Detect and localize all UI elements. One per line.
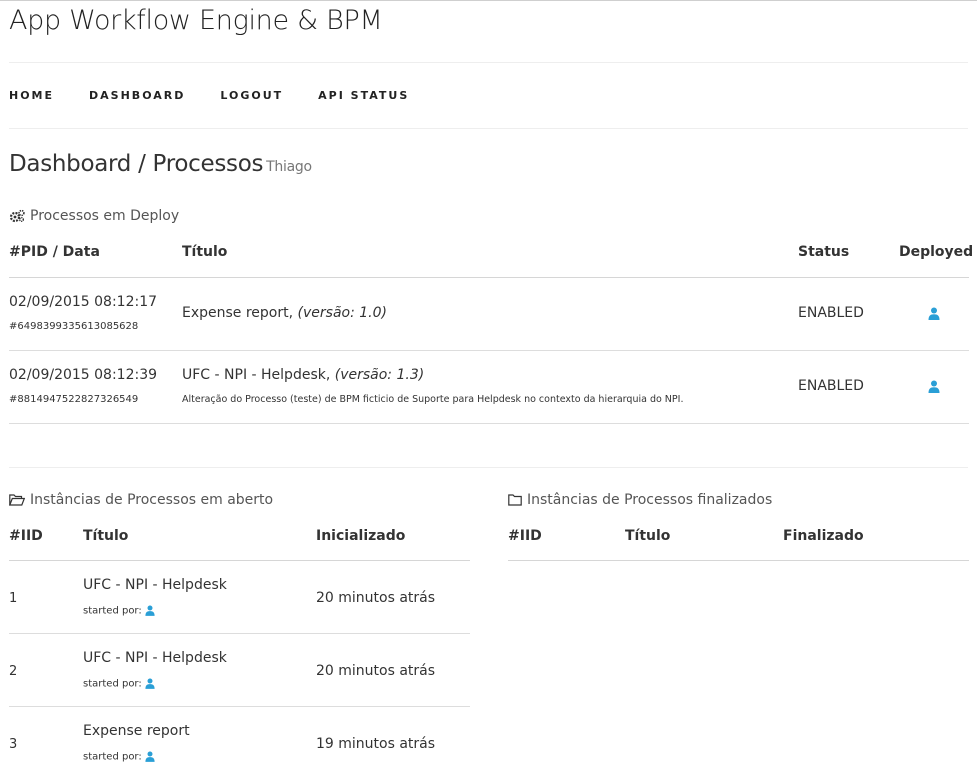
open-row-started: 20 minutos atrás xyxy=(316,590,436,606)
deploy-row-status: ENABLED xyxy=(798,305,864,321)
deploy-header-deployed: Deployed xyxy=(899,244,974,260)
finished-instances-title: Instâncias de Processos finalizados xyxy=(508,492,772,508)
folder-icon xyxy=(508,494,522,506)
open-row-title[interactable]: UFC - NPI - Helpdesk xyxy=(83,650,227,666)
deploy-header-title: Título xyxy=(182,244,228,260)
open-row-title[interactable]: UFC - NPI - Helpdesk xyxy=(83,577,227,593)
deploy-row-pid: #8814947522827326549 xyxy=(9,394,139,405)
open-instances-title: Instâncias de Processos em aberto xyxy=(9,492,273,508)
user-icon[interactable] xyxy=(145,678,155,689)
open-row-started-by-label: started por: xyxy=(83,751,142,763)
finished-header-title: Título xyxy=(625,528,671,544)
open-header-started: Inicializado xyxy=(316,528,406,544)
open-row-started: 20 minutos atrás xyxy=(316,663,436,679)
open-row-started-by: started por: xyxy=(83,605,155,617)
nav-divider xyxy=(9,128,968,129)
main-nav: HOME DASHBOARD LOGOUT API STATUS xyxy=(9,89,444,102)
open-row-iid: 1 xyxy=(9,591,18,606)
deploy-row-description: Alteração do Processo (teste) de BPM fic… xyxy=(182,394,684,405)
open-row-started-by-label: started por: xyxy=(83,605,142,617)
open-row-divider xyxy=(9,633,470,634)
nav-home[interactable]: HOME xyxy=(9,89,54,102)
open-row-started-by: started por: xyxy=(83,678,155,690)
open-header-iid: #IID xyxy=(9,528,43,544)
open-row-iid: 2 xyxy=(9,664,18,679)
deploy-section-title: Processos em Deploy xyxy=(9,208,179,224)
deploy-row-pid: #6498399335613085628 xyxy=(9,321,139,332)
deploy-row-version: (versão: 1.3) xyxy=(334,367,425,383)
finished-instances-label: Instâncias de Processos finalizados xyxy=(527,492,773,508)
deploy-row-title-text: UFC - NPI - Helpdesk, xyxy=(182,367,331,383)
nav-dashboard[interactable]: DASHBOARD xyxy=(89,89,185,102)
deploy-row-date: 02/09/2015 08:12:39 xyxy=(9,367,158,383)
finished-header-divider xyxy=(508,560,969,561)
user-icon[interactable] xyxy=(928,380,940,393)
open-row-started-by: started por: xyxy=(83,751,155,763)
deploy-header-status: Status xyxy=(798,244,850,260)
deploy-section-label: Processos em Deploy xyxy=(30,208,180,224)
app-title: App Workflow Engine & BPM xyxy=(9,5,383,36)
deploy-row-title: Expense report, (versão: 1.0) xyxy=(182,305,387,321)
section-divider xyxy=(9,467,968,468)
open-header-title: Título xyxy=(83,528,129,544)
finished-header-finished: Finalizado xyxy=(783,528,864,544)
deploy-row-title: UFC - NPI - Helpdesk, (versão: 1.3) xyxy=(182,367,424,383)
deploy-row-date: 02/09/2015 08:12:17 xyxy=(9,294,158,310)
nav-api-status[interactable]: API STATUS xyxy=(318,89,409,102)
open-instances-label: Instâncias de Processos em aberto xyxy=(30,492,274,508)
deploy-row-divider xyxy=(9,350,969,351)
open-row-started: 19 minutos atrás xyxy=(316,736,436,752)
gears-icon xyxy=(9,209,25,223)
open-row-started-by-label: started por: xyxy=(83,678,142,690)
header-divider xyxy=(9,62,968,63)
open-row-title[interactable]: Expense report xyxy=(83,723,190,739)
deploy-header-pid: #PID / Data xyxy=(9,244,100,260)
open-row-divider xyxy=(9,706,470,707)
deploy-row-version: (versão: 1.0) xyxy=(297,305,387,321)
deploy-header-divider xyxy=(9,277,969,278)
user-icon[interactable] xyxy=(145,605,155,616)
open-header-divider xyxy=(9,560,470,561)
open-row-iid: 3 xyxy=(9,737,18,752)
user-icon[interactable] xyxy=(928,307,940,320)
user-icon[interactable] xyxy=(145,751,155,762)
finished-header-iid: #IID xyxy=(508,528,542,544)
page-title-user: Thiago xyxy=(266,159,312,175)
deploy-row-title-text: Expense report, xyxy=(182,305,294,321)
page-title: Dashboard / Processos Thiago xyxy=(9,151,312,177)
nav-logout[interactable]: LOGOUT xyxy=(220,89,283,102)
deploy-row-divider xyxy=(9,423,969,424)
folder-open-icon xyxy=(9,494,25,506)
page-title-text: Dashboard / Processos xyxy=(9,151,264,177)
deploy-row-status: ENABLED xyxy=(798,378,864,394)
